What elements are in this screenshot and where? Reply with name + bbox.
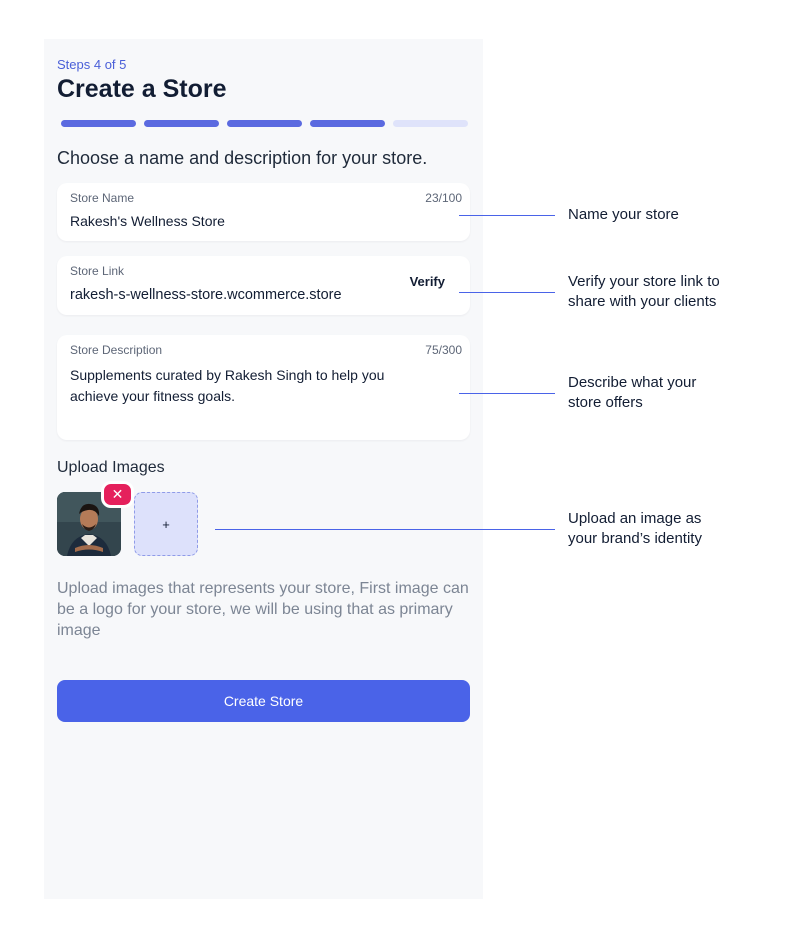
step-indicator: Steps 4 of 5 — [57, 57, 127, 72]
store-link-input[interactable]: rakesh-s-wellness-store.wcommerce.store — [70, 285, 342, 306]
progress-bar — [61, 120, 468, 127]
verify-link-button[interactable]: Verify — [410, 274, 445, 289]
progress-segment — [144, 120, 219, 127]
upload-images-heading: Upload Images — [57, 459, 165, 476]
description-callout-line — [459, 393, 555, 394]
store-name-input[interactable]: Rakesh's Wellness Store — [70, 211, 225, 232]
create-store-button[interactable]: Create Store — [57, 680, 470, 722]
progress-segment — [227, 120, 302, 127]
name-callout-text: Name your store — [568, 206, 679, 223]
name-callout-line — [459, 215, 555, 216]
store-name-field[interactable]: Store Name 23/100 Rakesh's Wellness Stor… — [57, 183, 470, 241]
upload-hint-text: Upload images that represents your store… — [57, 580, 469, 639]
store-description-label: Store Description — [70, 343, 163, 357]
remove-image-button[interactable]: ✕ — [101, 481, 134, 508]
store-name-char-count: 23/100 — [425, 191, 462, 205]
store-description-field[interactable]: Store Description 75/300 Supplements cur… — [57, 335, 470, 440]
image-callout-line — [215, 529, 555, 530]
store-link-label: Store Link — [70, 264, 125, 278]
progress-segment — [393, 120, 468, 127]
progress-segment — [310, 120, 385, 127]
description-callout-text: Describe what your store offers — [568, 374, 697, 411]
image-callout-text: Upload an image as your brand’s identity — [568, 510, 702, 547]
store-description-input[interactable]: Supplements curated by Rakesh Singh to h… — [70, 365, 430, 407]
link-callout-text: Verify your store link to share with you… — [568, 273, 720, 310]
progress-segment — [61, 120, 136, 127]
form-subtitle: Choose a name and description for your s… — [57, 148, 428, 168]
store-description-char-count: 75/300 — [425, 343, 462, 357]
add-image-button[interactable]: + — [134, 492, 198, 556]
store-link-field[interactable]: Store Link Verify rakesh-s-wellness-stor… — [57, 256, 470, 315]
link-callout-line — [459, 292, 555, 293]
page-title: Create a Store — [57, 75, 227, 103]
store-name-label: Store Name — [70, 191, 135, 205]
